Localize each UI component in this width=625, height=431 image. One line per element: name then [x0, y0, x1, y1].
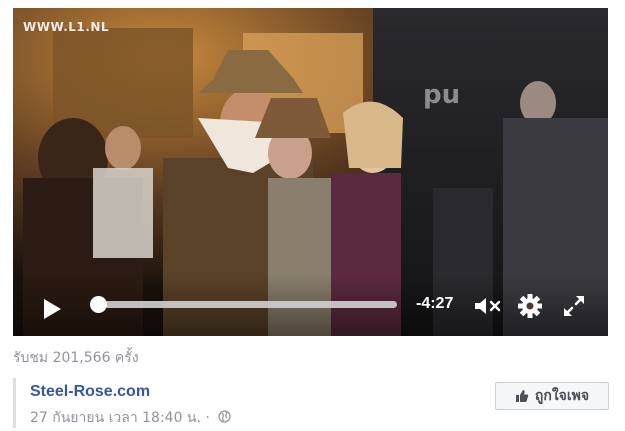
- post-meta: 27 กันยายน เวลา 18:40 น. ·: [30, 407, 231, 429]
- view-count: รับชม 201,566 ครั้ง: [13, 350, 139, 366]
- fullscreen-icon[interactable]: [561, 293, 587, 319]
- page-name-link[interactable]: Steel-Rose.com: [30, 383, 150, 401]
- volume-muted-icon[interactable]: [473, 296, 503, 316]
- video-progress-handle[interactable]: [89, 296, 107, 313]
- meta-separator: ·: [205, 410, 210, 426]
- page-info-block: Steel-Rose.com 27 กันยายน เวลา 18:40 น. …: [13, 378, 616, 428]
- time-remaining: -4:27: [416, 295, 454, 312]
- gear-icon[interactable]: [517, 293, 543, 319]
- post-date[interactable]: 27 กันยายน เวลา 18:40 น.: [30, 410, 201, 426]
- video-watermark: WWW.L1.NL: [23, 20, 110, 34]
- video-player[interactable]: pu WWW.L1.NL -4:27: [13, 8, 608, 336]
- thumbs-up-icon: [515, 390, 529, 402]
- like-page-label: ถูกใจเพจ: [534, 388, 590, 404]
- play-icon[interactable]: [41, 297, 63, 321]
- video-progress-bar[interactable]: [97, 301, 397, 308]
- globe-icon[interactable]: [218, 410, 231, 423]
- svg-text:pu: pu: [423, 80, 460, 110]
- like-page-button[interactable]: ถูกใจเพจ: [495, 382, 609, 410]
